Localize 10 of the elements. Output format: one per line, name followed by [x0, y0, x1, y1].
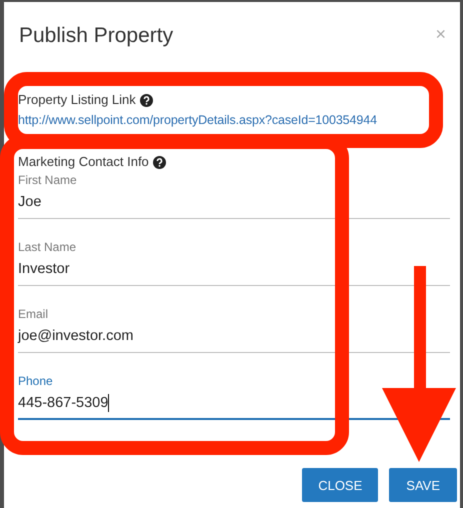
input-field[interactable]: First Name Joe — [18, 172, 450, 219]
help-icon[interactable] — [140, 94, 153, 106]
save-button[interactable]: SAVE — [389, 468, 457, 502]
help-icon[interactable] — [152, 156, 166, 168]
field-label: Property Listing Link — [18, 92, 136, 108]
listing-link[interactable]: http://www.sellpoint.com/propertyDetails.aspx?caseId=100354944 — [18, 113, 450, 127]
text-cursor — [108, 394, 110, 412]
section-label: Marketing Contact Info — [18, 154, 149, 170]
cancel-button[interactable]: CLOSE — [302, 468, 378, 502]
dialog-title: Publish Property — [19, 24, 174, 48]
